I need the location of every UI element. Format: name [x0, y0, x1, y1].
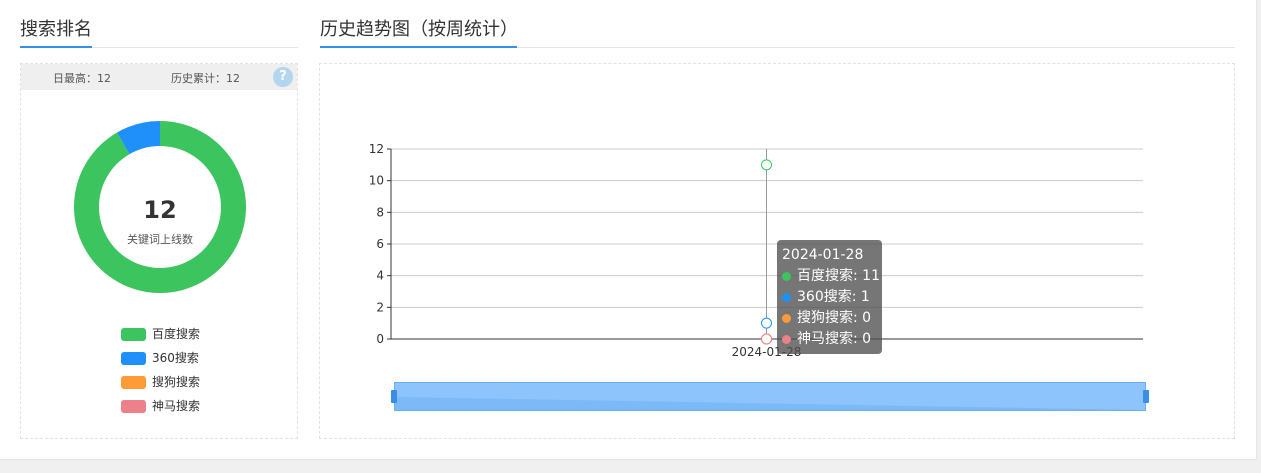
tooltip-row-label: 百度搜索: 11: [797, 268, 880, 284]
slider-preview: [395, 397, 1145, 410]
y-tick-label: 8: [376, 205, 384, 219]
tooltip-row-sogou: 搜狗搜索: 0: [782, 308, 877, 329]
series-point-3[interactable]: [761, 333, 772, 345]
y-tick-label: 6: [376, 237, 384, 251]
y-tick-label: 4: [376, 269, 384, 283]
tooltip-date: 2024-01-28: [782, 247, 864, 263]
tooltip-row-shenma: 神马搜索: 0: [782, 329, 877, 350]
tooltip-dot: [782, 272, 791, 281]
tooltip-row-label: 搜狗搜索: 0: [797, 310, 872, 326]
tooltip-row-360: 360搜索: 1: [782, 287, 877, 308]
tooltip-dot: [782, 314, 791, 323]
y-tick-label: 2: [376, 300, 384, 314]
tooltip-dot: [782, 335, 791, 344]
tooltip-dot: [782, 293, 791, 302]
data-zoom-slider[interactable]: [394, 382, 1146, 411]
y-tick-label: 0: [376, 332, 384, 346]
tooltip-row-label: 神马搜索: 0: [797, 331, 872, 347]
tooltip-row-label: 360搜索: 1: [797, 289, 870, 305]
dashboard-card: 搜索排名 历史趋势图（按周统计） 日最高：12 历史累计：12 ? 12 关键词…: [0, 0, 1257, 460]
slider-right-handle[interactable]: [1143, 390, 1149, 403]
series-point-0[interactable]: [761, 159, 772, 171]
y-tick-label: 12: [369, 142, 384, 156]
chart-tooltip: 2024-01-28 百度搜索: 11 360搜索: 1 搜狗搜索: 0 神马搜…: [777, 240, 882, 354]
slider-left-handle[interactable]: [391, 390, 397, 403]
series-point-1[interactable]: [761, 317, 772, 329]
tooltip-row-baidu: 百度搜索: 11: [782, 266, 880, 287]
y-tick-label: 10: [369, 174, 384, 188]
